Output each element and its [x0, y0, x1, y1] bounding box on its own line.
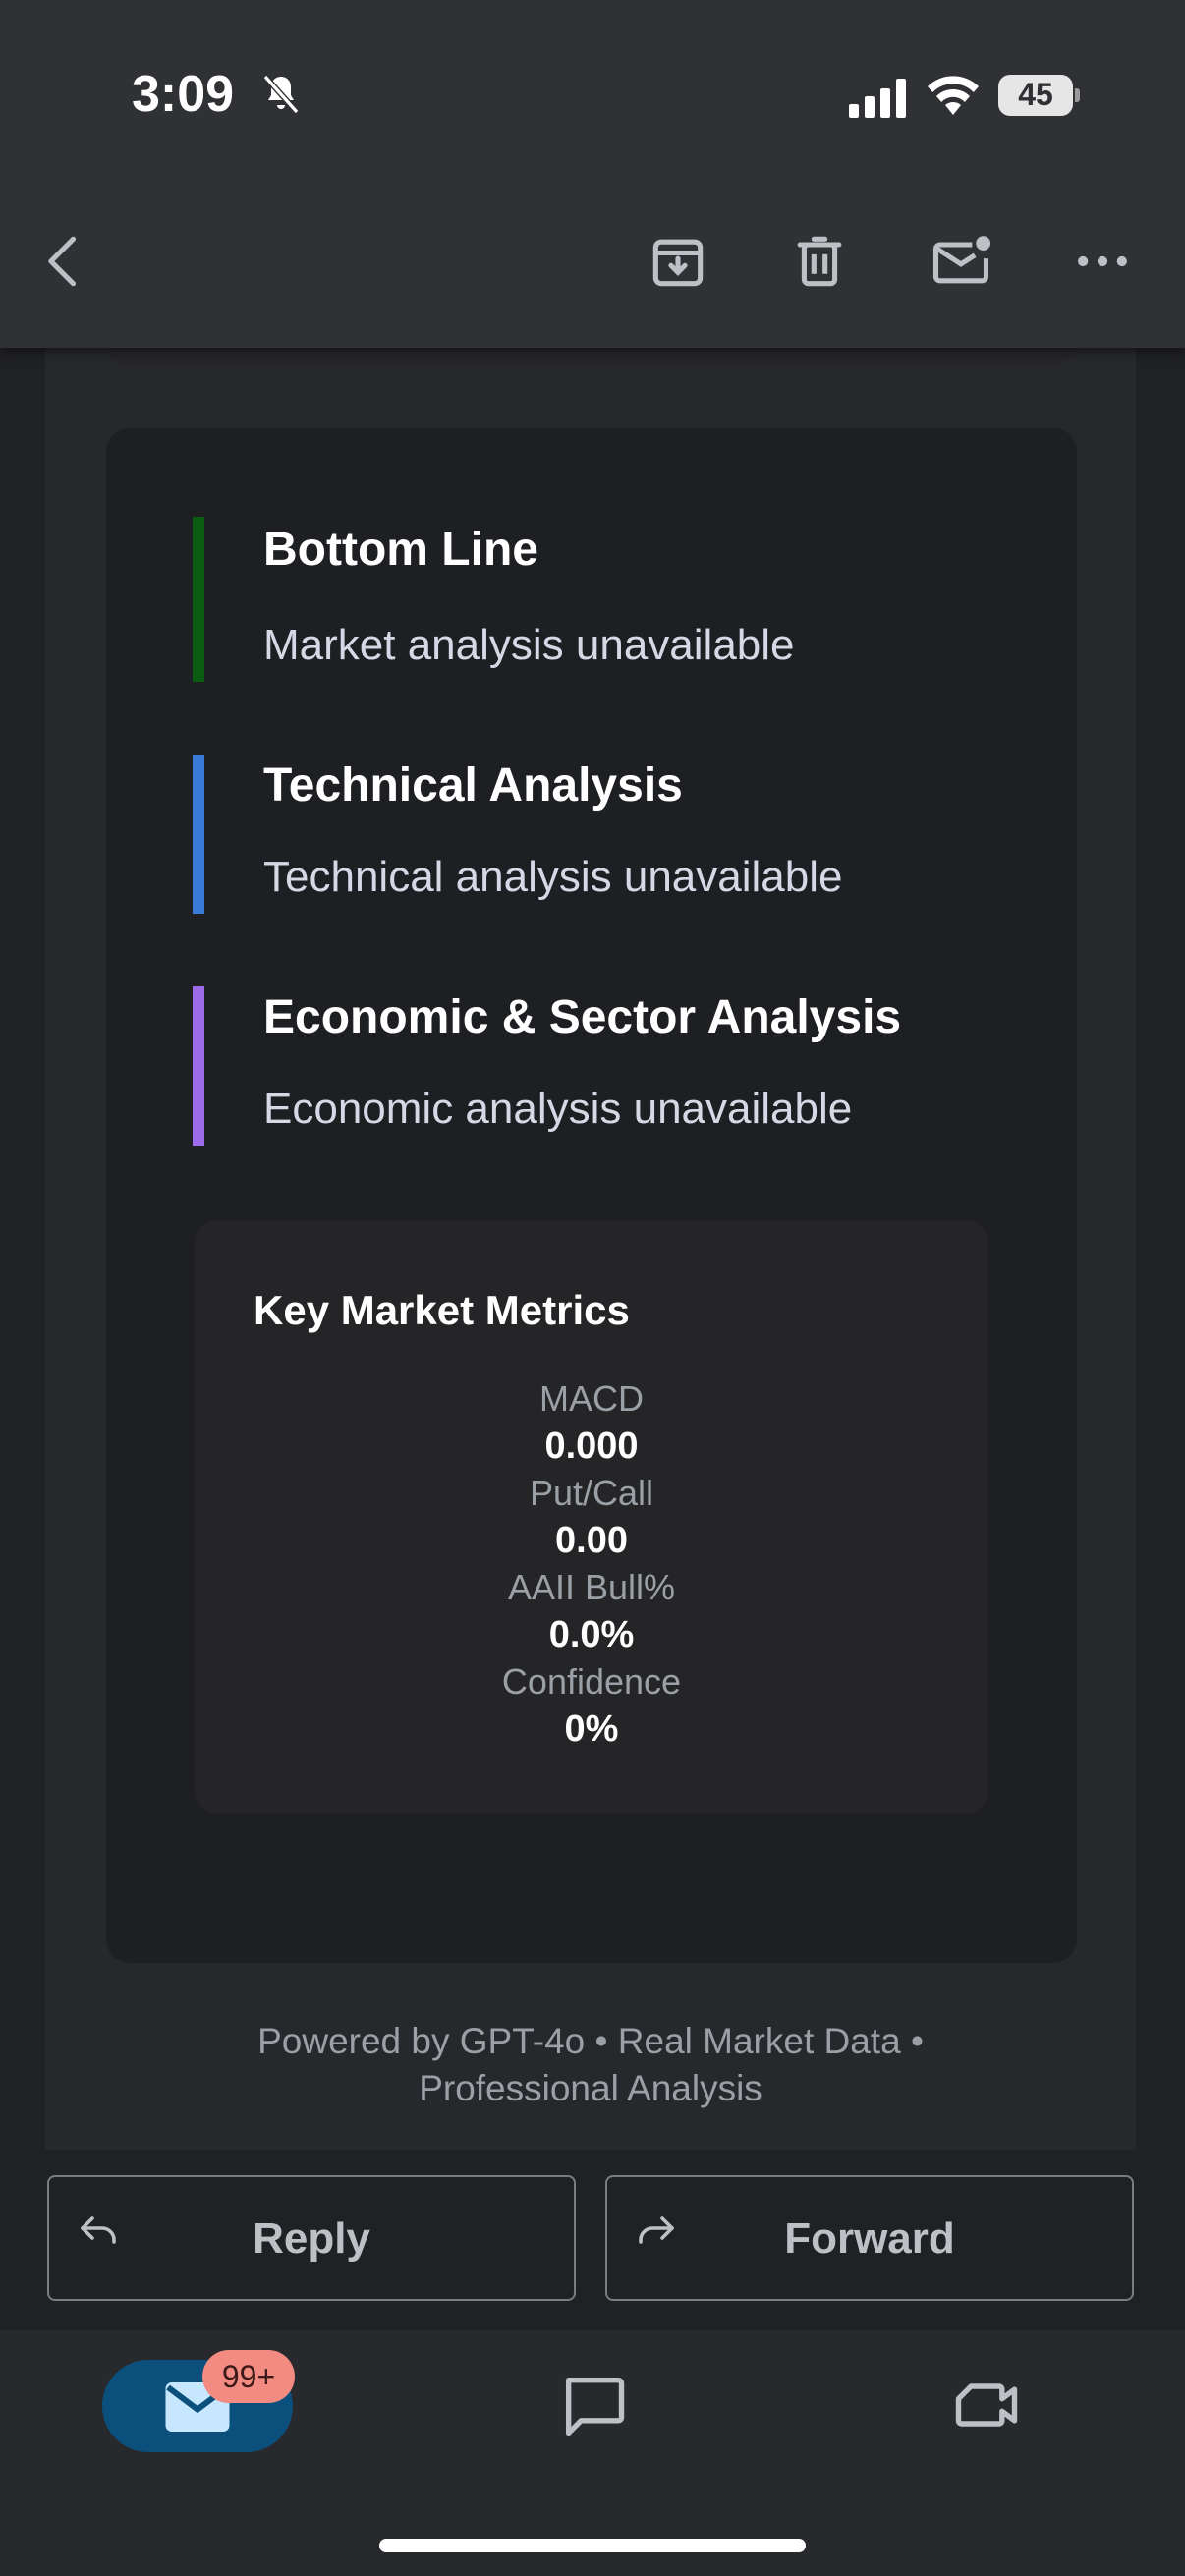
section-accent-bar: [193, 755, 204, 914]
forward-button[interactable]: Forward: [605, 2175, 1134, 2301]
mail-unread-badge: 99+: [202, 2350, 295, 2403]
analysis-card: Bottom Line Market analysis unavailable …: [106, 428, 1077, 1963]
forward-label: Forward: [784, 2214, 955, 2263]
footer-line-2: Professional Analysis: [419, 2068, 762, 2108]
more-options-icon[interactable]: [1069, 228, 1136, 295]
section-title: Technical Analysis: [263, 759, 683, 812]
metric-label-aaii-bull: AAII Bull%: [507, 1567, 676, 1607]
section-title: Economic & Sector Analysis: [263, 991, 902, 1043]
metric-label-put-call: Put/Call: [529, 1473, 654, 1513]
top-toolbar: 3:09 45: [0, 0, 1185, 348]
meet-video-icon[interactable]: [949, 2368, 1024, 2442]
chat-icon[interactable]: [556, 2368, 631, 2442]
metric-value-confidence: 0%: [564, 1708, 619, 1750]
battery-icon: 45: [998, 75, 1081, 116]
section-body: Economic analysis unavailable: [263, 1085, 853, 1133]
archive-icon[interactable]: [645, 228, 711, 295]
email-footer: Powered by GPT-4o • Real Market Data • P…: [45, 2018, 1136, 2112]
section-accent-bar: [193, 517, 204, 682]
back-icon[interactable]: [31, 228, 98, 295]
key-metrics-panel: Key Market Metrics MACD 0.000 Put/Call 0…: [195, 1220, 988, 1814]
metric-value-aaii-bull: 0.0%: [548, 1614, 635, 1655]
metrics-title: Key Market Metrics: [254, 1287, 630, 1333]
section-body: Market analysis unavailable: [263, 621, 795, 669]
wifi-icon: [928, 76, 979, 115]
bell-muted-icon: [262, 75, 300, 114]
reply-button[interactable]: Reply: [47, 2175, 576, 2301]
footer-line-1: Powered by GPT-4o • Real Market Data •: [257, 2021, 924, 2061]
cellular-signal-icon: [849, 79, 906, 118]
reply-label: Reply: [253, 2214, 370, 2263]
metric-value-put-call: 0.00: [555, 1520, 628, 1561]
battery-level: 45: [1018, 77, 1053, 112]
mark-unread-icon[interactable]: [928, 228, 994, 295]
status-time: 3:09: [132, 66, 235, 123]
metric-value-macd: 0.000: [544, 1426, 639, 1467]
trash-icon[interactable]: [786, 228, 853, 295]
metrics-list: MACD 0.000 Put/Call 0.00 AAII Bull% 0.0%…: [195, 1375, 988, 1753]
metric-label-confidence: Confidence: [501, 1661, 682, 1702]
section-title: Bottom Line: [263, 524, 538, 576]
metric-label-macd: MACD: [539, 1378, 644, 1419]
section-accent-bar: [193, 986, 204, 1146]
home-indicator: [379, 2539, 806, 2552]
section-body: Technical analysis unavailable: [263, 853, 843, 901]
